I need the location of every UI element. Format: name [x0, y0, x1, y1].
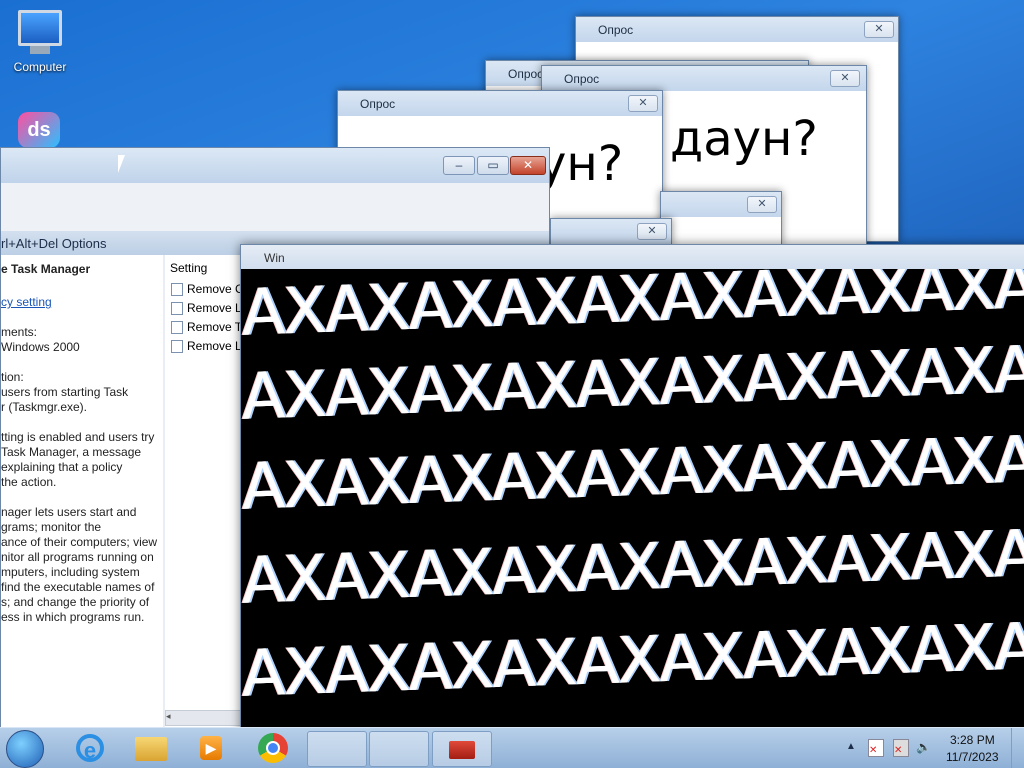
ie-taskbar-icon[interactable]: e [62, 731, 120, 765]
question-text: ун? [538, 136, 624, 192]
volume-icon[interactable]: 🔈 [916, 740, 931, 754]
description-line: nager lets users start and [1, 505, 137, 519]
settings-list-item[interactable]: Remove C [171, 282, 244, 297]
description-line: ance of their computers; view [1, 535, 158, 549]
action-center-icon[interactable]: ✕ [868, 739, 884, 757]
window-taskbar-button[interactable] [307, 731, 367, 767]
description-line: nitor all programs running on [1, 550, 154, 564]
settings-list-item[interactable]: Remove Ta [171, 320, 247, 335]
computer-label: Computer [13, 60, 67, 74]
maximize-button[interactable]: ▭ [477, 156, 509, 175]
setting-column-header[interactable]: Setting [170, 261, 207, 275]
taskbar: e ▶ ▲ ✕ ✕ 🔈 3:28 PM 11/7/2023 [0, 727, 1024, 768]
policy-icon [171, 302, 183, 316]
close-button[interactable]: ✕ [830, 70, 860, 87]
description-line: find the executable names of [1, 580, 155, 594]
policy-title: e Task Manager [1, 262, 91, 276]
show-desktop-button[interactable] [1011, 728, 1024, 768]
close-button[interactable]: ✕ [637, 223, 667, 240]
description-line: Task Manager, a message [1, 445, 142, 459]
close-button[interactable]: ✕ [864, 21, 894, 38]
description-line: mputers, including system [1, 565, 140, 579]
computer-icon [18, 10, 62, 46]
prank-text-row: AXAXAXAXAXAXAXAXAXA [241, 610, 1024, 712]
horizontal-scrollbar[interactable]: ◂ [165, 710, 247, 726]
toolbox-taskbar-button[interactable] [432, 731, 492, 767]
toolbar [1, 183, 549, 232]
description-line: grams; monitor the [1, 520, 102, 534]
show-hidden-icons-icon[interactable]: ▲ [846, 741, 856, 752]
media-player-taskbar-icon[interactable]: ▶ [182, 731, 240, 765]
requirements-value: Windows 2000 [1, 340, 80, 354]
network-icon[interactable]: ✕ [893, 739, 909, 757]
prank-text-area: AXAXAXAXAXAXAXAXAXA AXAXAXAXAXAXAXAXAXA … [241, 269, 1024, 734]
description-line: explaining that a policy [1, 460, 123, 474]
policy-icon [171, 283, 183, 297]
clock-date[interactable]: 11/7/2023 [946, 750, 999, 764]
mouse-cursor-icon [118, 155, 125, 173]
prank-text-row: AXAXAXAXAXAXAXAXAXA [241, 333, 1024, 435]
description-line: the action. [1, 475, 57, 489]
description-label: tion: [1, 370, 24, 384]
start-button[interactable] [6, 730, 44, 768]
description-line: users from starting Task [1, 385, 129, 399]
chrome-taskbar-icon[interactable] [245, 731, 303, 765]
opros-window-6[interactable]: ✕ [550, 218, 672, 246]
window-title: Win [264, 251, 285, 265]
description-line: r (Taskmgr.exe). [1, 400, 88, 414]
opros-window-5[interactable]: ✕ [660, 191, 782, 246]
close-button[interactable]: ✕ [747, 196, 777, 213]
question-text: даун? [670, 111, 818, 167]
explorer-taskbar-icon[interactable] [122, 731, 180, 765]
description-line: s; and change the priority of [1, 595, 150, 609]
window-title: Опрос [564, 72, 600, 86]
settings-list-item[interactable]: Remove Lo [171, 301, 248, 316]
minimize-button[interactable]: – [443, 156, 475, 175]
policy-setting-link[interactable]: cy setting [1, 295, 52, 309]
policy-icon [171, 340, 183, 354]
description-line: ess in which programs run. [1, 610, 145, 624]
clock-time[interactable]: 3:28 PM [950, 733, 995, 747]
settings-list-item[interactable]: Remove Lo [171, 339, 248, 354]
requirements-label: ments: [1, 325, 38, 339]
policy-description-pane: e Task Manager cy setting ments: Windows… [1, 255, 163, 755]
close-button[interactable]: ✕ [628, 95, 658, 112]
computer-desktop-icon[interactable]: Computer [0, 10, 80, 74]
prank-text-row: AXAXAXAXAXAXAXAXAXA [241, 423, 1024, 525]
policy-icon [171, 321, 183, 335]
window-taskbar-button[interactable] [369, 731, 429, 767]
close-button[interactable]: ✕ [510, 156, 546, 175]
window-title: Опрос [508, 67, 544, 81]
ds-app-icon[interactable]: ds [18, 112, 60, 148]
prank-window[interactable]: Win AXAXAXAXAXAXAXAXAXA AXAXAXAXAXAXAXAX… [240, 244, 1024, 736]
window-title: Опрос [360, 97, 396, 111]
prank-text-row: AXAXAXAXAXAXAXAXAXA [241, 517, 1024, 619]
window-title: Опрос [598, 23, 634, 37]
description-line: tting is enabled and users try [1, 430, 155, 444]
